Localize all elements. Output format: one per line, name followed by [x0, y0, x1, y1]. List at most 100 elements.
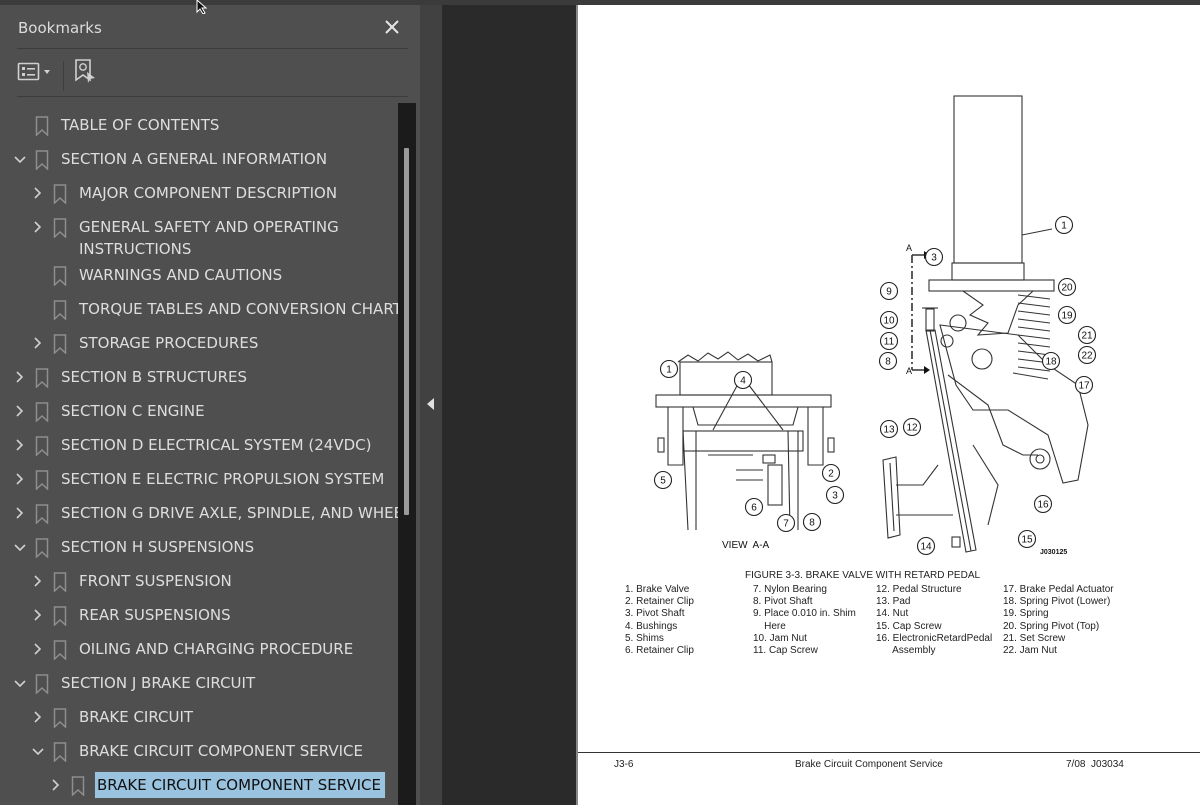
- callout-main-20: 20: [1057, 277, 1077, 297]
- svg-text:9: 9: [886, 287, 892, 298]
- callout-view-aa-4: 4: [733, 370, 753, 390]
- find-current-bookmark-button[interactable]: [73, 58, 99, 88]
- legend-entry: Here: [753, 620, 786, 632]
- chevron-right-icon[interactable]: [13, 367, 27, 387]
- svg-text:8: 8: [809, 518, 815, 529]
- bookmark-options-button[interactable]: [17, 60, 57, 86]
- diagram-callouts: 1389101112131415161718192021221234567 8: [653, 215, 1097, 556]
- legend-entry: 11. Cap Screw: [753, 645, 818, 657]
- callout-view-aa-3: 3: [825, 485, 845, 505]
- svg-text:1: 1: [666, 365, 672, 376]
- chevron-right-icon[interactable]: [13, 435, 27, 455]
- callout-main-11: 11: [879, 331, 899, 351]
- figure-caption: FIGURE 3-3. BRAKE VALVE WITH RETARD PEDA…: [745, 570, 981, 581]
- callout-main-18: 18: [1041, 351, 1061, 371]
- callout-main-15: 15: [1017, 529, 1037, 549]
- svg-text:15: 15: [1021, 535, 1033, 546]
- bookmark-label: BRAKE CIRCUIT COMPONENT SERVICE: [94, 771, 386, 799]
- callout-main-3: 3: [924, 247, 944, 267]
- bookmark-icon: [35, 436, 49, 456]
- list-options-icon: [17, 62, 50, 81]
- callout-main-10: 10: [879, 310, 899, 330]
- svg-text:10: 10: [883, 316, 895, 327]
- legend-entry: 6. Retainer Clip: [625, 645, 694, 657]
- bookmark-label: SECTION A GENERAL INFORMATION: [61, 150, 328, 168]
- chevron-right-icon[interactable]: [13, 503, 27, 523]
- chevron-right-icon[interactable]: [13, 401, 27, 421]
- legend-entry: 5. Shims: [625, 632, 664, 644]
- legend-entry: Assembly: [876, 645, 936, 657]
- footer-title: Brake Circuit Component Service: [795, 759, 943, 770]
- chevron-right-icon[interactable]: [31, 217, 45, 237]
- legend-entry: 16. ElectronicRetardPedal: [876, 632, 993, 644]
- bookmark-icon: [53, 606, 67, 626]
- bookmark-icon: [53, 708, 67, 728]
- chevron-right-icon[interactable]: [31, 571, 45, 591]
- bookmark-icon: [35, 368, 49, 388]
- chevron-right-icon[interactable]: [49, 775, 63, 795]
- callout-main-14: 14: [916, 536, 936, 556]
- svg-text:5: 5: [660, 476, 666, 487]
- legend-entry: 21. Set Screw: [1003, 632, 1066, 644]
- footer-revision: 7/08 J03034: [1066, 759, 1124, 770]
- bookmark-scrollbar-thumb[interactable]: [404, 148, 409, 515]
- footer-page-number: J3-6: [614, 759, 634, 770]
- chevron-down-icon[interactable]: [31, 741, 45, 761]
- svg-text:12: 12: [906, 423, 918, 434]
- section-marker-bottom: A: [906, 366, 913, 376]
- bookmark-tree: TABLE OF CONTENTS SECTION A GENERAL INFOR…: [0, 98, 398, 800]
- callout-main-16: 16: [1033, 494, 1053, 514]
- bookmark-icon: [53, 218, 67, 238]
- legend-entry: 4. Bushings: [625, 620, 678, 632]
- svg-text:3: 3: [832, 491, 838, 502]
- bookmark-label: OILING AND CHARGING PROCEDURE: [79, 640, 354, 658]
- bookmark-icon: [35, 150, 49, 170]
- bookmark-icon: [35, 538, 49, 558]
- legend-entry: 20. Spring Pivot (Top): [1003, 620, 1100, 632]
- callout-view-aa-1: 1: [659, 359, 679, 379]
- chevron-right-icon[interactable]: [31, 183, 45, 203]
- bookmark-label: SECTION G DRIVE AXLE, SPINDLE, AND WHEEL…: [61, 504, 398, 522]
- bookmark-icon: [35, 470, 49, 490]
- legend-entry: 8. Pivot Shaft: [753, 596, 813, 608]
- svg-text:4: 4: [740, 376, 746, 387]
- legend-column: 17. Brake Pedal Actuator 18. Spring Pivot…: [1003, 584, 1114, 657]
- chevron-down-icon[interactable]: [13, 537, 27, 557]
- legend-entry: 10. Jam Nut: [753, 632, 807, 644]
- svg-text:21: 21: [1081, 331, 1093, 342]
- legend-entry: 12. Pedal Structure: [876, 584, 962, 595]
- bookmark-icon: [53, 300, 67, 320]
- svg-text:13: 13: [883, 425, 895, 436]
- chevron-right-icon[interactable]: [31, 333, 45, 353]
- callout-main-13: 13: [879, 419, 899, 439]
- svg-text:6: 6: [751, 503, 757, 514]
- bookmark-icon: [53, 334, 67, 354]
- callout-view-aa-2: 2: [821, 463, 841, 483]
- bookmark-icon: [35, 504, 49, 524]
- svg-text:20: 20: [1061, 283, 1073, 294]
- chevron-down-icon[interactable]: [13, 673, 27, 693]
- bookmark-icon: [53, 266, 67, 286]
- collapse-panel-left-icon[interactable]: [427, 398, 434, 410]
- close-icon: [385, 20, 399, 34]
- chevron-right-icon[interactable]: [31, 639, 45, 659]
- legend-entry: 2. Retainer Clip: [625, 596, 694, 608]
- panel-title: Bookmarks: [18, 19, 102, 37]
- bookmark-label-line2: INSTRUCTIONS: [79, 240, 192, 258]
- svg-text:16: 16: [1037, 500, 1049, 511]
- bookmark-label: SECTION J BRAKE CIRCUIT: [61, 674, 256, 692]
- bookmark-label: BRAKE CIRCUIT COMPONENT SERVICE: [79, 742, 363, 760]
- callout-main-9: 9: [879, 281, 899, 301]
- chevron-right-icon[interactable]: [31, 605, 45, 625]
- chevron-right-icon[interactable]: [31, 707, 45, 727]
- callout-main-12: 12: [902, 417, 922, 437]
- bookmark-label: BRAKE CIRCUIT: [79, 708, 194, 726]
- bookmark-icon: [53, 640, 67, 660]
- chevron-down-icon[interactable]: [13, 149, 27, 169]
- chevron-right-icon[interactable]: [13, 469, 27, 489]
- bookmark-label: SECTION E ELECTRIC PROPULSION SYSTEM: [61, 470, 385, 488]
- bookmark-icon: [35, 674, 49, 694]
- bookmark-label: WARNINGS AND CAUTIONS: [79, 266, 283, 284]
- bookmark-icon: [35, 116, 49, 136]
- close-panel-button[interactable]: [381, 16, 403, 38]
